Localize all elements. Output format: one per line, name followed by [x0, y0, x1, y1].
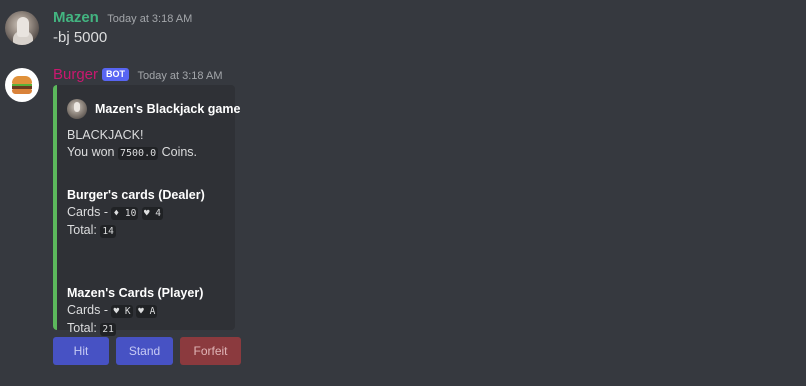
winnings-amount: 7500.0 — [117, 147, 159, 160]
dealer-field: Burger's cards (Dealer) Cards - ♦ 10 ♥ 4… — [67, 187, 205, 240]
embed-author-name: Mazen's Blackjack game — [95, 102, 241, 116]
dealer-card: ♥ 4 — [141, 207, 164, 220]
stand-button[interactable]: Stand — [116, 337, 173, 365]
avatar-burger[interactable] — [5, 68, 39, 102]
username-mazen[interactable]: Mazen — [53, 9, 99, 26]
hit-button[interactable]: Hit — [53, 337, 109, 365]
result-text: BLACKJACK! — [67, 128, 144, 142]
embed-description: BLACKJACK! You won 7500.0 Coins. — [67, 127, 197, 162]
winnings-line: You won 7500.0 Coins. — [67, 144, 197, 162]
action-buttons: Hit Stand Forfeit — [53, 337, 241, 365]
forfeit-button[interactable]: Forfeit — [180, 337, 241, 365]
burger-icon — [12, 76, 32, 94]
winnings-prefix: You won — [67, 145, 115, 159]
player-field-name: Mazen's Cards (Player) — [67, 286, 204, 300]
author-avatar-icon — [67, 99, 87, 119]
chat-channel: Mazen Today at 3:18 AM -bj 5000 Burger BO… — [0, 0, 806, 386]
message-header: Mazen Today at 3:18 AM — [53, 8, 192, 29]
dealer-cards-label: Cards - — [67, 205, 108, 219]
message-content: -bj 5000 — [53, 29, 108, 46]
player-card: ♥ K — [111, 305, 133, 318]
timestamp: Today at 3:18 AM — [137, 70, 223, 82]
embed: Mazen's Blackjack game BLACKJACK! You wo… — [53, 85, 240, 336]
bot-tag: BOT — [102, 68, 130, 81]
dealer-card: ♦ 10 — [111, 207, 139, 220]
username-burger[interactable]: Burger — [53, 66, 98, 83]
player-total: 21 — [100, 323, 116, 336]
timestamp: Today at 3:18 AM — [107, 13, 193, 25]
player-cards-label: Cards - — [67, 303, 108, 317]
dealer-total: 14 — [100, 225, 116, 238]
dealer-cards-line: Cards - ♦ 10 ♥ 4 — [67, 204, 205, 222]
player-card: ♥ A — [136, 305, 158, 318]
player-total-label: Total: — [67, 321, 97, 335]
embed-author: Mazen's Blackjack game — [67, 99, 240, 119]
dealer-total-label: Total: — [67, 223, 97, 237]
player-field: Mazen's Cards (Player) Cards - ♥ K ♥ A T… — [67, 285, 203, 338]
dealer-field-name: Burger's cards (Dealer) — [67, 188, 205, 202]
message-header: Burger BOT Today at 3:18 AM — [53, 65, 222, 86]
dealer-total-line: Total: 14 — [67, 222, 205, 240]
player-total-line: Total: 21 — [67, 320, 203, 338]
winnings-suffix: Coins. — [161, 145, 198, 159]
avatar-mazen[interactable] — [5, 11, 39, 45]
player-cards-line: Cards - ♥ K ♥ A — [67, 302, 203, 320]
